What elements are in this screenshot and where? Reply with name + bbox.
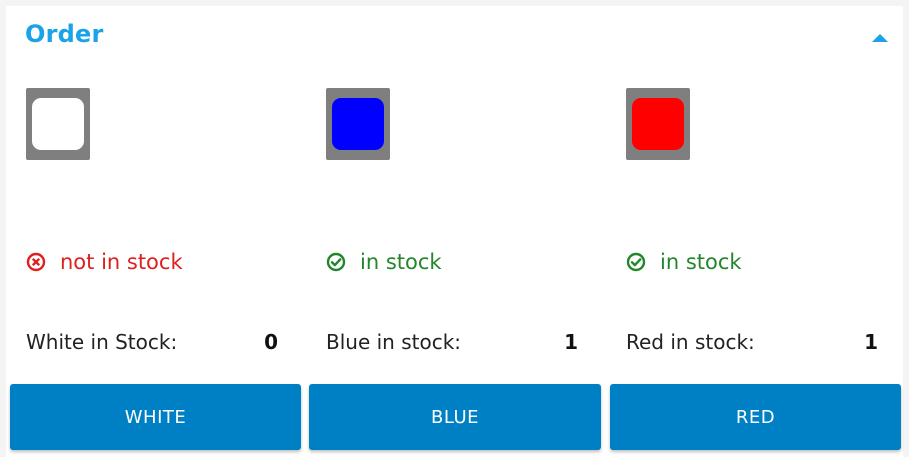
stock-status: in stock xyxy=(626,249,742,275)
x-circle-icon xyxy=(26,252,46,272)
order-panel: Order not in stock White in Stock: 0 in … xyxy=(6,6,903,457)
check-circle-icon xyxy=(626,252,646,272)
order-blue-button[interactable]: BLUE xyxy=(309,384,601,450)
order-red-button[interactable]: RED xyxy=(610,384,901,450)
stock-count: 1 xyxy=(564,330,578,354)
stock-status: not in stock xyxy=(26,249,183,275)
swatch-fill xyxy=(332,98,384,150)
stock-status: in stock xyxy=(326,249,442,275)
stock-count: 0 xyxy=(264,330,278,354)
stock-status-text: in stock xyxy=(360,250,442,274)
swatch-fill xyxy=(632,98,684,150)
order-white-button[interactable]: WHITE xyxy=(10,384,301,450)
color-swatch-red[interactable] xyxy=(626,88,690,160)
stock-label: Blue in stock: xyxy=(326,330,462,354)
swatch-fill xyxy=(32,98,84,150)
color-swatch-blue[interactable] xyxy=(326,88,390,160)
check-circle-icon xyxy=(326,252,346,272)
color-swatch-white[interactable] xyxy=(26,88,90,160)
stock-label: White in Stock: xyxy=(26,330,178,354)
stock-status-text: in stock xyxy=(660,250,742,274)
stock-status-text: not in stock xyxy=(60,250,183,274)
stock-label: Red in stock: xyxy=(626,330,755,354)
stock-count: 1 xyxy=(864,330,878,354)
